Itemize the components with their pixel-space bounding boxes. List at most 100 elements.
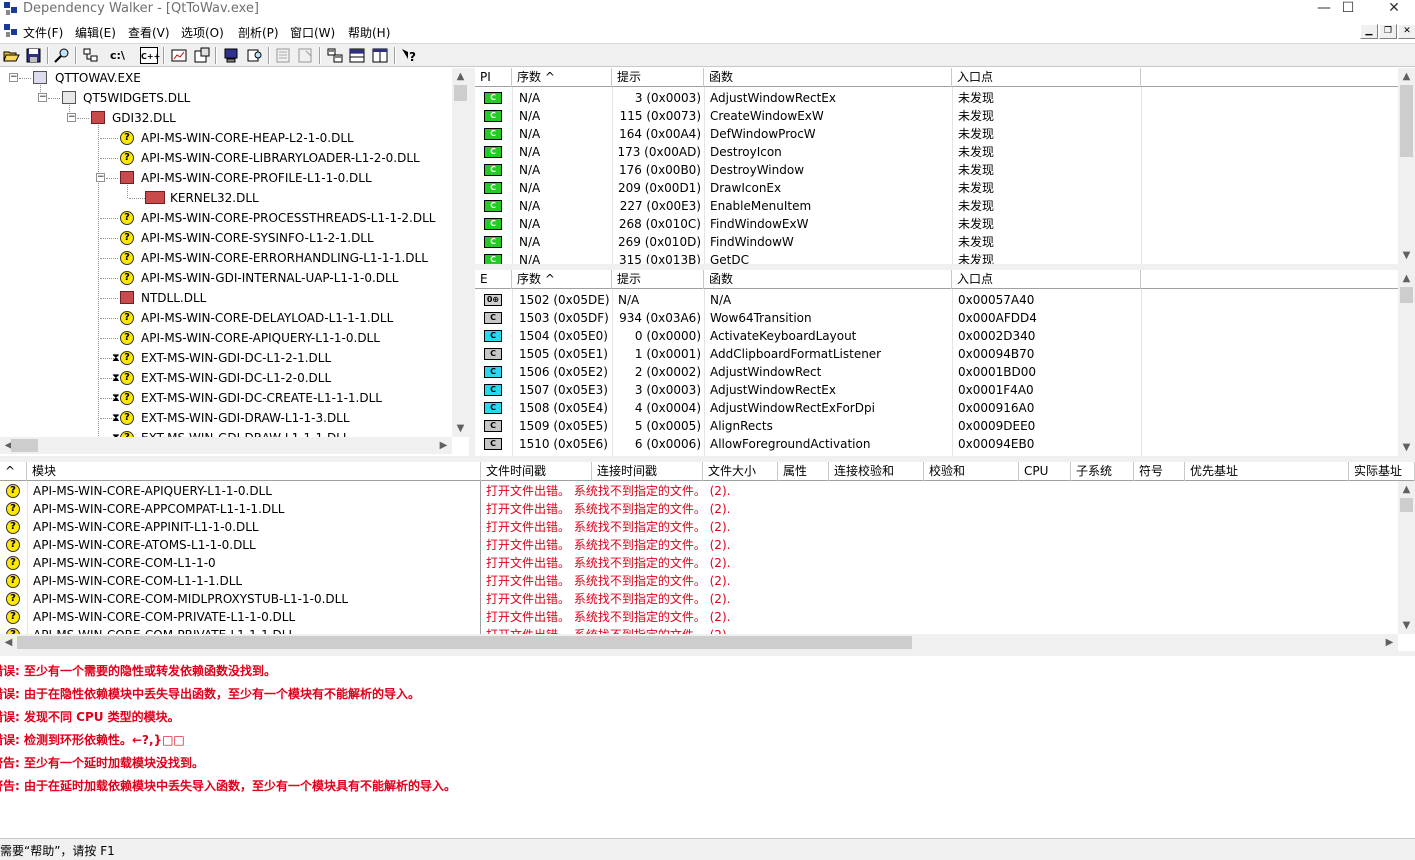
- import-row[interactable]: C N/A 227 (0x00E3) EnableMenuItem 未发现: [475, 197, 1398, 215]
- import-row[interactable]: C N/A 176 (0x00B0) DestroyWindow 未发现: [475, 161, 1398, 179]
- tree-node[interactable]: − API-MS-WIN-CORE-PROFILE-L1-1-0.DLL: [0, 168, 452, 188]
- export-row[interactable]: C 1506 (0x05E2) 2 (0x0002) AdjustWindowRect…: [475, 363, 1398, 381]
- tree-node[interactable]: ⧗? EXT-MS-WIN-GDI-DC-L1-2-0.DLL: [0, 368, 452, 388]
- col-preferred-base[interactable]: 优先基址: [1185, 462, 1349, 481]
- col-module[interactable]: 模块: [27, 462, 481, 481]
- menu-help[interactable]: 帮助(H): [348, 24, 390, 41]
- save-icon[interactable]: [25, 47, 43, 64]
- tree-node[interactable]: ? API-MS-WIN-CORE-PROCESSTHREADS-L1-1-2.D…: [0, 208, 452, 228]
- expand-all-icon[interactable]: [348, 47, 366, 64]
- scroll-up-icon[interactable]: ▲: [1398, 270, 1415, 287]
- tree-node[interactable]: ? API-MS-WIN-CORE-LIBRARYLOADER-L1-2-0.DL…: [0, 148, 452, 168]
- exports-vertical-scrollbar[interactable]: ▲ ▼: [1398, 270, 1415, 456]
- export-row[interactable]: C 1507 (0x05E3) 3 (0x0003) AdjustWindowRect…: [475, 381, 1398, 399]
- module-list[interactable]: ^ 模块 文件时间戳 连接时间戳 文件大小 属性 连接校验和 校验和 CPU 子…: [0, 462, 1415, 651]
- import-row[interactable]: C N/A 115 (0x0073) CreateWindowExW 未发现: [475, 107, 1398, 125]
- import-row[interactable]: C N/A 209 (0x00D1) DrawIconEx 未发现: [475, 179, 1398, 197]
- col-cpu[interactable]: CPU: [1019, 462, 1071, 481]
- scroll-down-icon[interactable]: ▼: [1398, 247, 1415, 264]
- scroll-thumb[interactable]: [1400, 85, 1413, 157]
- tree-node[interactable]: − GDI32.DLL: [0, 108, 452, 128]
- module-row[interactable]: ? API-MS-WIN-CORE-COM-L1-1-1.DLL 打开文件出错。 系…: [0, 572, 1398, 590]
- module-row[interactable]: ? API-MS-WIN-CORE-APPCOMPAT-L1-1-1.DLL 打开文…: [0, 500, 1398, 518]
- configure-icon[interactable]: [274, 47, 292, 64]
- mdi-close-button[interactable]: ✕: [1398, 24, 1415, 39]
- mdi-document-icon[interactable]: [4, 24, 18, 38]
- scroll-down-icon[interactable]: ▼: [452, 420, 469, 437]
- scroll-thumb[interactable]: [1400, 287, 1413, 303]
- close-button[interactable]: ✕: [1371, 0, 1415, 20]
- col-hint[interactable]: 提示: [612, 270, 704, 289]
- export-row[interactable]: C 1505 (0x05E1) 1 (0x0001) AddClipboardForm…: [475, 345, 1398, 363]
- collapse-icon[interactable]: −: [9, 73, 18, 82]
- col-hint[interactable]: 提示: [612, 68, 704, 87]
- tree-node[interactable]: ? API-MS-WIN-CORE-DELAYLOAD-L1-1-1.DLL: [0, 308, 452, 328]
- export-row[interactable]: C 1509 (0x05E5) 5 (0x0005) AlignRects 0x0009…: [475, 417, 1398, 435]
- modules-horizontal-scrollbar[interactable]: ◀ ▶: [0, 634, 1398, 651]
- log-pane[interactable]: 错误: 至少有一个需要的隐性或转发依赖函数没找到。 错误: 由于在隐性依赖模块中丢…: [0, 656, 1415, 836]
- tree-node[interactable]: ? API-MS-WIN-CORE-ERRORHANDLING-L1-1-1.DL…: [0, 248, 452, 268]
- help-icon[interactable]: ?: [400, 47, 418, 64]
- scroll-right-icon[interactable]: ▶: [1381, 634, 1398, 651]
- scroll-up-icon[interactable]: ▲: [1398, 68, 1415, 85]
- tree-node[interactable]: ? API-MS-WIN-CORE-SYSINFO-L1-2-1.DLL: [0, 228, 452, 248]
- menu-options[interactable]: 选项(O): [181, 24, 224, 41]
- exports-list[interactable]: E 序数 ^ 提示 函数 入口点 0⊕ 1502 (0x05DE) N/A N/A 0x…: [475, 270, 1415, 456]
- module-row[interactable]: ? API-MS-WIN-CORE-APPINIT-L1-1-0.DLL 打开文件出…: [0, 518, 1398, 536]
- export-row[interactable]: 0⊕ 1502 (0x05DE) N/A N/A 0x00057A40: [475, 291, 1398, 309]
- open-icon[interactable]: [3, 47, 21, 64]
- tree-node[interactable]: ? API-MS-WIN-CORE-APIQUERY-L1-1-0.DLL: [0, 328, 452, 348]
- import-row[interactable]: C N/A 315 (0x013B) GetDC 未发现: [475, 251, 1398, 264]
- export-row[interactable]: C 1510 (0x05E6) 6 (0x0006) AllowForegroundA…: [475, 435, 1398, 453]
- col-function[interactable]: 函数: [704, 270, 952, 289]
- tree-node[interactable]: ? API-MS-WIN-CORE-HEAP-L2-1-0.DLL: [0, 128, 452, 148]
- import-row[interactable]: C N/A 164 (0x00A4) DefWindowProcW 未发现: [475, 125, 1398, 143]
- col-entry-point[interactable]: 入口点: [952, 68, 1141, 87]
- import-row[interactable]: C N/A 269 (0x010D) FindWindowW 未发现: [475, 233, 1398, 251]
- col-function[interactable]: 函数: [704, 68, 952, 87]
- tree-vertical-scrollbar[interactable]: ▲ ▼: [452, 68, 469, 437]
- imports-vertical-scrollbar[interactable]: ▲ ▼: [1398, 68, 1415, 264]
- system-info-icon[interactable]: [222, 47, 240, 64]
- module-row[interactable]: ? API-MS-WIN-CORE-APIQUERY-L1-1-0.DLL 打开文件…: [0, 482, 1398, 500]
- cpp-undecorate-icon[interactable]: C++: [140, 47, 160, 64]
- mdi-minimize-button[interactable]: ▁: [1360, 24, 1378, 39]
- scroll-thumb[interactable]: [454, 85, 467, 101]
- col-subsystem[interactable]: 子系统: [1071, 462, 1134, 481]
- module-list-icon[interactable]: [170, 47, 188, 64]
- collapse-icon[interactable]: −: [96, 173, 105, 182]
- col-symbols[interactable]: 符号: [1134, 462, 1185, 481]
- col-file-size[interactable]: 文件大小: [703, 462, 778, 481]
- menu-view[interactable]: 查看(V): [128, 24, 170, 41]
- col-attributes[interactable]: 属性: [778, 462, 829, 481]
- module-row[interactable]: ? API-MS-WIN-CORE-ATOMS-L1-1-0.DLL 打开文件出错。…: [0, 536, 1398, 554]
- tree-horizontal-scrollbar[interactable]: ◀ ▶: [0, 437, 452, 454]
- scroll-up-icon[interactable]: ▲: [452, 68, 469, 85]
- c-path-icon[interactable]: c:\: [110, 47, 128, 64]
- col-pi[interactable]: PI: [475, 68, 512, 87]
- scroll-thumb[interactable]: [1400, 498, 1413, 512]
- menu-edit[interactable]: 编辑(E): [75, 24, 116, 41]
- col-file-timestamp[interactable]: 文件时间戳: [481, 462, 592, 481]
- tree-node[interactable]: NTDLL.DLL: [0, 288, 452, 308]
- col-link-checksum[interactable]: 连接校验和: [829, 462, 924, 481]
- tree-node[interactable]: ⧗? EXT-MS-WIN-GDI-DC-CREATE-L1-1-1.DLL: [0, 388, 452, 408]
- tree-node[interactable]: ? API-MS-WIN-GDI-INTERNAL-UAP-L1-1-0.DLL: [0, 268, 452, 288]
- module-row[interactable]: ? API-MS-WIN-CORE-COM-PRIVATE-L1-1-0.DLL 打…: [0, 608, 1398, 626]
- scroll-thumb[interactable]: [17, 636, 912, 649]
- external-viewer-icon[interactable]: [297, 47, 315, 64]
- module-row[interactable]: ? API-MS-WIN-CORE-COM-MIDLPROXYSTUB-L1-1-…: [0, 590, 1398, 608]
- scroll-left-icon[interactable]: ◀: [0, 634, 17, 651]
- scroll-down-icon[interactable]: ▼: [1398, 617, 1415, 634]
- mdi-restore-button[interactable]: ❐: [1379, 24, 1397, 39]
- scroll-right-icon[interactable]: ▶: [435, 437, 452, 454]
- col-entry-point[interactable]: 入口点: [952, 270, 1141, 289]
- menu-profile[interactable]: 剖析(P): [238, 24, 279, 41]
- tree-node[interactable]: − QTTOWAV.EXE: [0, 68, 452, 88]
- export-row[interactable]: C 1504 (0x05E0) 0 (0x0000) ActivateKeyboard…: [475, 327, 1398, 345]
- find-icon[interactable]: [53, 47, 71, 64]
- col-e[interactable]: E: [475, 270, 512, 289]
- col-actual-base[interactable]: 实际基址: [1349, 462, 1415, 481]
- tree-node[interactable]: ⧗? EXT-MS-WIN-GDI-DRAW-L1-1-3.DLL: [0, 408, 452, 428]
- tree-node[interactable]: ⧗? EXT-MS-WIN-GDI-DC-L1-2-1.DLL: [0, 348, 452, 368]
